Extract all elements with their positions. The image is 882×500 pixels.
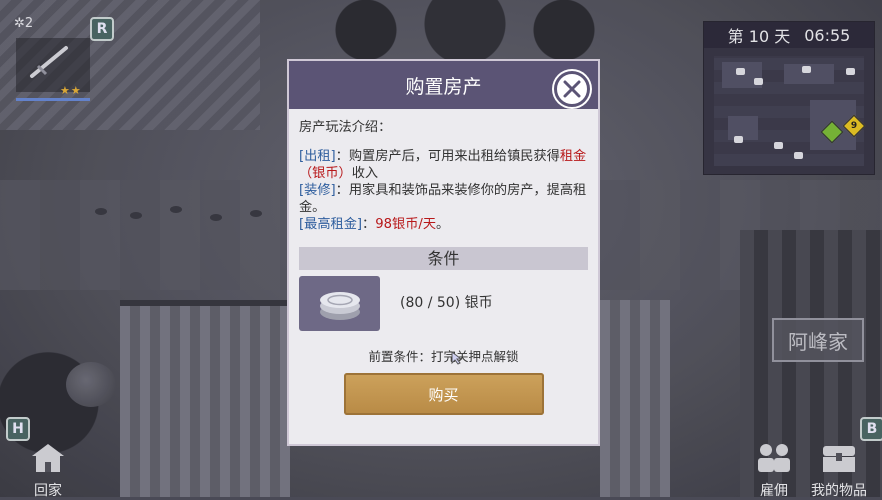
decor-text: ：用家具和装饰品来装修你的房产，提高租金。 xyxy=(299,183,587,215)
cursor-icon xyxy=(451,351,463,365)
decor-paragraph: [装修]：用家具和装饰品来装修你的房产，提高租金。 xyxy=(299,182,588,216)
rent-tag: [出租] xyxy=(299,149,336,164)
dialog-title: 购置房产 xyxy=(405,75,482,98)
intro-title: 房产玩法介绍： xyxy=(299,120,392,135)
maxrent-value: 98银币/天 xyxy=(375,217,437,232)
dialog-description: 房产玩法介绍： [出租]：购置房产后，可用来出租给镇民获得租金（银币）收入 [装… xyxy=(289,109,598,233)
purchase-property-dialog: 购置房产 房产玩法介绍： [出租]：购置房产后，可用来出租给镇民获得租金（银币）… xyxy=(287,59,600,446)
requirement-row: (80 / 50) 银币 xyxy=(299,274,588,338)
close-button[interactable] xyxy=(554,71,590,107)
rent-text-end: 收入 xyxy=(351,166,379,181)
prerequisite-text: 前置条件：打完关押点解锁 xyxy=(368,349,519,364)
conditions-header: 条件 xyxy=(299,247,588,270)
requirement-text: (80 / 50) 银币 xyxy=(400,295,493,311)
silver-coin-slot xyxy=(299,276,380,331)
maxrent-tag: [最高租金] xyxy=(299,217,363,232)
close-icon xyxy=(563,80,581,98)
maxrent-paragraph: [最高租金]：98银币/天。 xyxy=(299,216,588,233)
maxrent-sep: ： xyxy=(362,217,376,232)
rent-text: ：购置房产后，可用来出租给镇民获得 xyxy=(335,149,560,164)
dialog-header: 购置房产 xyxy=(289,61,598,109)
silver-coins-icon xyxy=(319,291,360,320)
maxrent-end: 。 xyxy=(436,217,450,232)
decor-tag: [装修] xyxy=(299,183,336,198)
buy-button[interactable]: 购买 xyxy=(343,373,544,415)
rent-paragraph: [出租]：购置房产后，可用来出租给镇民获得租金（银币）收入 xyxy=(299,148,588,182)
